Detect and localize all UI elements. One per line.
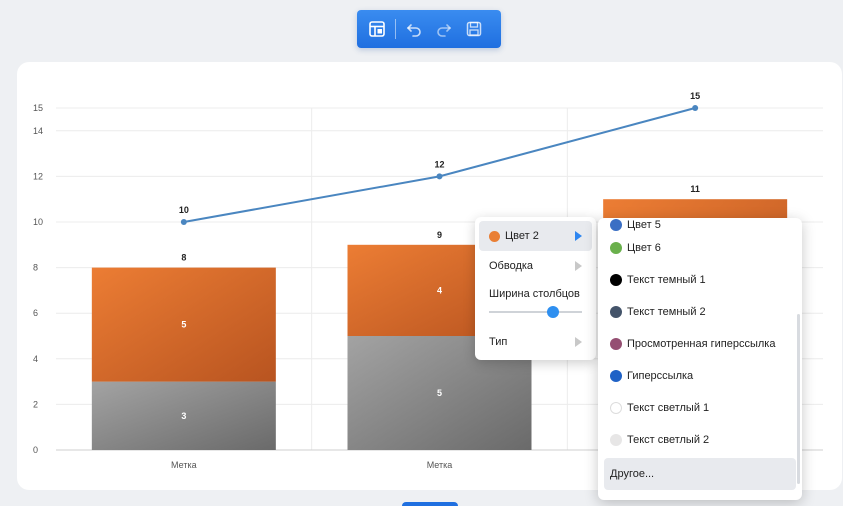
bottom-tab[interactable] (402, 502, 458, 506)
y-tick-label: 10 (33, 217, 43, 227)
other-color-button[interactable]: Другое... (604, 458, 796, 490)
color-swatch (489, 230, 500, 242)
bar-total-label: 8 (181, 253, 186, 263)
color-dot-icon (610, 370, 622, 382)
y-tick-label: 12 (33, 171, 43, 181)
color-dot-icon (610, 434, 622, 446)
color-dot-icon (610, 242, 622, 254)
y-tick-label: 4 (33, 354, 38, 364)
undo-icon (406, 24, 421, 37)
color-dot-icon (610, 219, 622, 231)
y-tick-label: 15 (33, 103, 43, 113)
bar-width-label: Ширина столбцов (489, 288, 580, 300)
color-dot-icon (610, 402, 622, 414)
submenu-arrow-icon (575, 231, 582, 241)
color-option[interactable]: Цвет 5 (604, 218, 796, 232)
y-tick-label: 14 (33, 126, 43, 136)
color-option[interactable]: Цвет 6 (604, 232, 796, 264)
color-option[interactable]: Гиперссылка (604, 360, 796, 392)
line-value-label: 12 (434, 159, 444, 169)
y-tick-label: 6 (33, 308, 38, 318)
menu-item-outline[interactable]: Обводка (479, 251, 592, 281)
color-option[interactable]: Текст темный 1 (604, 264, 796, 296)
color-option-label: Гиперссылка (627, 370, 694, 382)
bar-value-label: 4 (437, 285, 442, 295)
menu-item-color-label: Цвет 2 (505, 230, 539, 242)
menu-item-outline-label: Обводка (489, 260, 534, 272)
color-submenu: Цвет 5 Цвет 6 Текст темный 1 Текст темны… (598, 218, 802, 500)
save-icon (466, 21, 482, 37)
color-option-label: Текст светлый 2 (627, 434, 710, 446)
color-option-label: Просмотренная гиперссылка (627, 338, 776, 350)
y-tick-label: 8 (33, 263, 38, 273)
menu-item-color[interactable]: Цвет 2 (479, 221, 592, 251)
color-option-label: Текст темный 2 (627, 306, 706, 318)
line-point (180, 219, 187, 225)
bar-total-label: 9 (437, 230, 442, 240)
menu-item-type-label: Тип (489, 336, 508, 348)
layout-button[interactable] (365, 17, 389, 41)
bar-value-label: 5 (437, 388, 442, 398)
y-tick-label: 0 (33, 445, 38, 455)
line-value-label: 10 (179, 205, 189, 215)
color-option-label: Текст светлый 1 (627, 402, 710, 414)
slider-handle[interactable] (547, 306, 559, 318)
color-option-label: Цвет 6 (627, 242, 661, 254)
undo-button[interactable] (402, 17, 426, 41)
color-option[interactable]: Просмотренная гиперссылка (604, 328, 796, 360)
app-stage: 0 2 4 6 8 10 12 14 15 3 5 8 Метка 5 4 9 Метка 11 10 12 15 Цв… (0, 0, 843, 506)
color-option[interactable]: Текст темный 2 (604, 296, 796, 328)
line-value-label: 15 (690, 91, 700, 101)
other-color-label: Другое... (610, 468, 655, 480)
bar-value-label: 5 (181, 320, 186, 330)
color-option-label: Текст темный 1 (627, 274, 706, 286)
bar-value-label: 3 (181, 411, 186, 421)
top-toolbar (357, 10, 501, 48)
color-dot-icon (610, 338, 622, 350)
color-option[interactable]: Текст светлый 2 (604, 424, 796, 456)
color-option[interactable]: Текст светлый 1 (604, 392, 796, 424)
line-point (436, 173, 443, 180)
bar-total-label: 11 (690, 184, 700, 194)
redo-icon (437, 24, 452, 37)
color-dot-icon (610, 274, 622, 286)
x-category-label: Метка (171, 460, 197, 470)
layout-icon (369, 21, 385, 37)
save-button[interactable] (462, 17, 486, 41)
submenu-scrollbar[interactable] (797, 314, 800, 484)
line-point (692, 105, 699, 111)
toolbar-separator (395, 19, 396, 39)
context-menu: Цвет 2 Обводка Ширина столбцов Тип (475, 217, 596, 360)
y-tick-label: 2 (33, 399, 38, 409)
submenu-arrow-icon (575, 261, 582, 271)
bar-width-slider[interactable] (489, 306, 582, 318)
color-option-label: Цвет 5 (627, 219, 661, 231)
x-category-label: Метка (427, 460, 453, 470)
menu-item-type[interactable]: Тип (479, 327, 592, 357)
redo-button[interactable] (432, 17, 456, 41)
submenu-arrow-icon (575, 337, 582, 347)
color-dot-icon (610, 306, 622, 318)
menu-item-bar-width: Ширина столбцов (479, 281, 592, 327)
